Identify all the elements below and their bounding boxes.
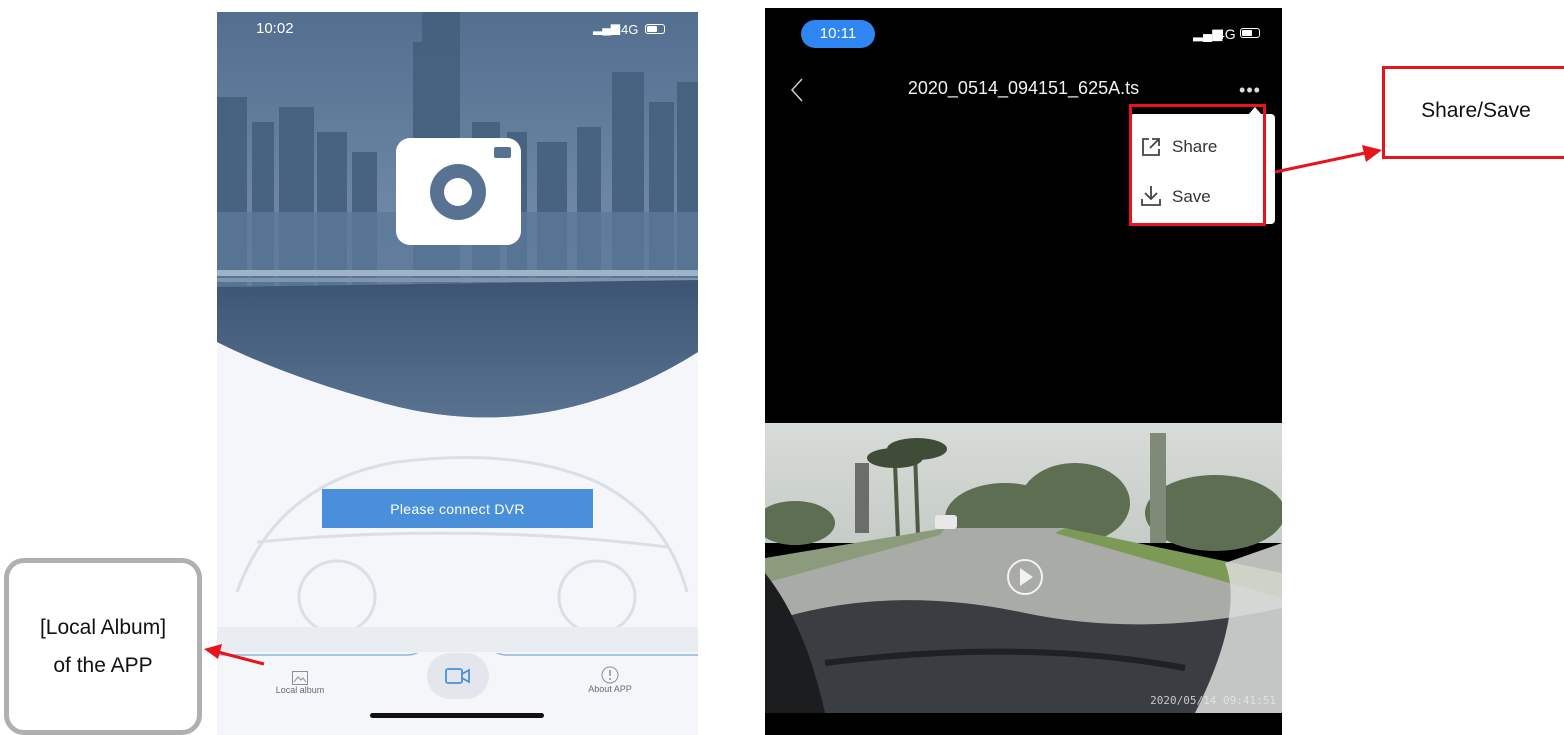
video-timestamp: 2020/05/14 09:41:51 <box>1150 694 1276 707</box>
more-options-button[interactable]: ••• <box>1235 78 1265 102</box>
battery-icon <box>645 24 665 34</box>
status-time-pill: 10:11 <box>801 20 875 48</box>
local-album-callout: [Local Album] of the APP <box>4 558 202 735</box>
info-icon <box>601 666 619 684</box>
local-album-callout-text: [Local Album] of the APP <box>39 615 167 677</box>
share-save-callout: Share/Save <box>1382 66 1564 159</box>
camera-logo-icon <box>396 138 521 245</box>
image-icon <box>292 671 308 685</box>
video-title: 2020_0514_094151_625A.ts <box>907 78 1140 98</box>
arrow-to-local-album <box>204 644 265 666</box>
more-dots-icon: ••• <box>1239 80 1261 100</box>
nav-about-app[interactable]: About APP <box>575 666 645 694</box>
network-label: 4G <box>1217 26 1236 42</box>
video-frame[interactable]: 2020/05/14 09:41:51 <box>765 423 1282 713</box>
arrow-to-share-callout <box>1274 145 1382 174</box>
nav-local-album-label: Local album <box>275 685 325 695</box>
signal-icon: ▂▄▆ <box>593 21 620 35</box>
phone-home-screen: 10:02 ▂▄▆ 4G Please connect DVR Local al… <box>217 12 698 735</box>
home-indicator <box>370 713 544 718</box>
battery-icon <box>1240 28 1260 38</box>
connect-dvr-button[interactable]: Please connect DVR <box>322 489 593 528</box>
video-camera-icon <box>445 668 470 684</box>
nav-about-label: About APP <box>588 684 632 694</box>
nav-camera-button[interactable] <box>427 653 489 699</box>
car-illustration <box>217 456 698 652</box>
network-label: 4G <box>621 22 639 37</box>
status-time: 10:02 <box>256 20 294 37</box>
hero-city-background <box>217 12 698 418</box>
dashcam-scene <box>765 423 1282 713</box>
menu-highlight-box <box>1129 104 1266 226</box>
share-save-callout-text: Share/Save <box>1421 99 1531 122</box>
bottom-navigation: Local album About APP <box>217 653 698 735</box>
nav-local-album[interactable]: Local album <box>265 671 335 695</box>
